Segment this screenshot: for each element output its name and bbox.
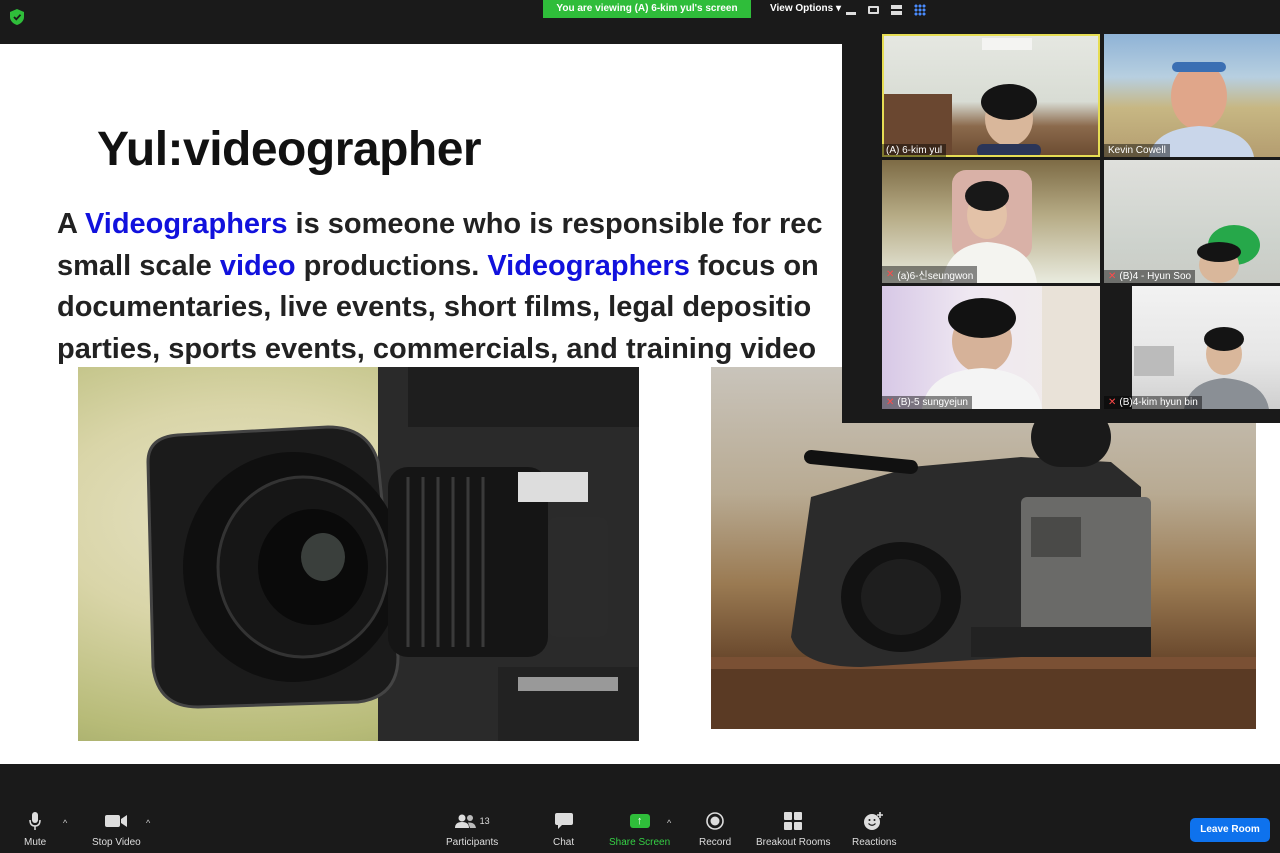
view-options-label: View Options bbox=[770, 3, 834, 14]
body-text-segment: parties, sports events, commercials, and… bbox=[57, 332, 817, 365]
share-screen-label: Share Screen bbox=[609, 837, 671, 848]
view-options-button[interactable]: View Options ▾ bbox=[770, 0, 841, 18]
meeting-toolbar: Mute ^ Stop Video ^ 13 Participants Chat… bbox=[0, 798, 1280, 853]
share-screen-arrow-icon: ↑ bbox=[629, 814, 650, 828]
participant-video bbox=[1149, 62, 1254, 157]
gallery-view-icon[interactable] bbox=[914, 4, 926, 16]
participant-name-tag: ✕ (B)-5 sungyejun bbox=[882, 396, 972, 409]
people-icon bbox=[454, 814, 476, 828]
breakout-rooms-label: Breakout Rooms bbox=[756, 837, 831, 848]
viewing-banner: You are viewing (A) 6-kim yul's screen bbox=[543, 0, 751, 18]
thumbnail-view-icon[interactable] bbox=[868, 6, 879, 14]
participant-tile[interactable]: ✕ (B)-5 sungyejun bbox=[882, 286, 1100, 409]
participant-name-tag: ✕ (B)4 - Hyun Soo bbox=[1104, 270, 1196, 283]
participants-label: Participants bbox=[446, 837, 499, 848]
participant-tile[interactable]: 🎤(A) 6-kim yul bbox=[882, 34, 1100, 157]
participant-name-tag: ✕ (a)6-신seungwon bbox=[882, 266, 978, 283]
slide-title: Yul:videographer bbox=[97, 123, 482, 176]
participants-button[interactable]: 13 Participants bbox=[446, 810, 498, 850]
participants-count: 13 bbox=[479, 816, 490, 826]
strip-view-icon[interactable] bbox=[891, 5, 902, 15]
record-icon bbox=[706, 810, 724, 832]
participant-tile[interactable]: ✕ (a)6-신seungwon bbox=[882, 160, 1100, 283]
participant-video bbox=[1197, 225, 1260, 283]
participant-name: (B)4 - Hyun Soo bbox=[1119, 271, 1192, 282]
minimize-icon[interactable] bbox=[846, 11, 856, 15]
reactions-label: Reactions bbox=[852, 837, 897, 848]
participant-tile[interactable]: ✕ (B)4 - Hyun Soo bbox=[1104, 160, 1280, 283]
participant-tile[interactable]: ✕ (B)4-kim hyun bin bbox=[1104, 286, 1280, 409]
stop-video-button[interactable]: Stop Video bbox=[92, 810, 141, 850]
chat-label: Chat bbox=[553, 837, 575, 848]
participant-name-tag: 🎤(A) 6-kim yul bbox=[882, 144, 947, 157]
record-button[interactable]: Record bbox=[699, 810, 731, 850]
breakout-rooms-icon bbox=[784, 810, 803, 832]
share-options-caret-icon[interactable]: ^ bbox=[667, 818, 671, 828]
mic-muted-icon: ✕ bbox=[886, 397, 895, 408]
body-text-segment: A bbox=[57, 208, 85, 240]
body-text-segment: small scale bbox=[57, 249, 220, 282]
chat-button[interactable]: Chat bbox=[553, 810, 574, 850]
record-label: Record bbox=[699, 837, 732, 848]
audio-options-caret-icon[interactable]: ^ bbox=[63, 818, 67, 828]
smiley-plus-icon bbox=[864, 810, 884, 832]
share-screen-button[interactable]: ↑ Share Screen bbox=[609, 810, 670, 850]
video-camera-icon bbox=[105, 810, 128, 832]
mic-muted-icon: ✕ bbox=[1108, 271, 1117, 282]
microphone-icon bbox=[29, 810, 41, 832]
participant-name-tag: Kevin Cowell bbox=[1104, 144, 1170, 157]
participant-video bbox=[882, 38, 1041, 157]
highlighted-term: video bbox=[219, 249, 296, 282]
body-text-segment: is someone who is responsible for rec bbox=[287, 208, 823, 240]
video-gallery-panel: 🎤(A) 6-kim yul Kevin Cowell ✕(a)6-신seung… bbox=[842, 22, 1280, 423]
participant-video bbox=[922, 286, 1100, 409]
participant-name: (B)-5 sungyejun bbox=[897, 397, 968, 408]
highlighted-term: Videographers bbox=[84, 208, 288, 240]
chevron-down-icon: ▾ bbox=[835, 3, 841, 14]
participant-video bbox=[942, 170, 1037, 283]
participant-name-tag: ✕ (B)4-kim hyun bin bbox=[1104, 396, 1202, 409]
stop-video-label: Stop Video bbox=[92, 837, 141, 848]
participant-name: Kevin Cowell bbox=[1108, 145, 1166, 156]
participant-name: (a)6-신seungwon bbox=[897, 271, 974, 282]
participants-icon-group: 13 bbox=[454, 810, 490, 832]
highlighted-term: Videographers bbox=[487, 249, 690, 282]
layout-controls bbox=[846, 3, 926, 17]
mute-button[interactable]: Mute bbox=[24, 810, 46, 850]
participant-name: (A) 6-kim yul bbox=[886, 145, 943, 156]
mute-label: Mute bbox=[24, 837, 47, 848]
chat-bubble-icon bbox=[554, 810, 573, 832]
camera-lens-photo bbox=[78, 367, 639, 741]
participant-name: (B)4-kim hyun bin bbox=[1119, 397, 1198, 408]
participant-video bbox=[1104, 286, 1269, 409]
body-text-segment: documentaries, live events, short films,… bbox=[57, 291, 812, 323]
body-text-segment: focus on bbox=[689, 249, 819, 282]
security-shield-icon[interactable] bbox=[10, 9, 24, 25]
leave-room-button[interactable]: Leave Room bbox=[1190, 818, 1270, 842]
video-options-caret-icon[interactable]: ^ bbox=[146, 818, 150, 828]
breakout-rooms-button[interactable]: Breakout Rooms bbox=[756, 810, 830, 850]
mic-muted-icon: ✕ bbox=[1108, 397, 1117, 408]
reactions-button[interactable]: Reactions bbox=[852, 810, 896, 850]
mic-muted-icon: ✕ bbox=[886, 269, 895, 280]
participant-tile[interactable]: Kevin Cowell bbox=[1104, 34, 1280, 157]
body-text-segment: productions. bbox=[295, 249, 488, 282]
